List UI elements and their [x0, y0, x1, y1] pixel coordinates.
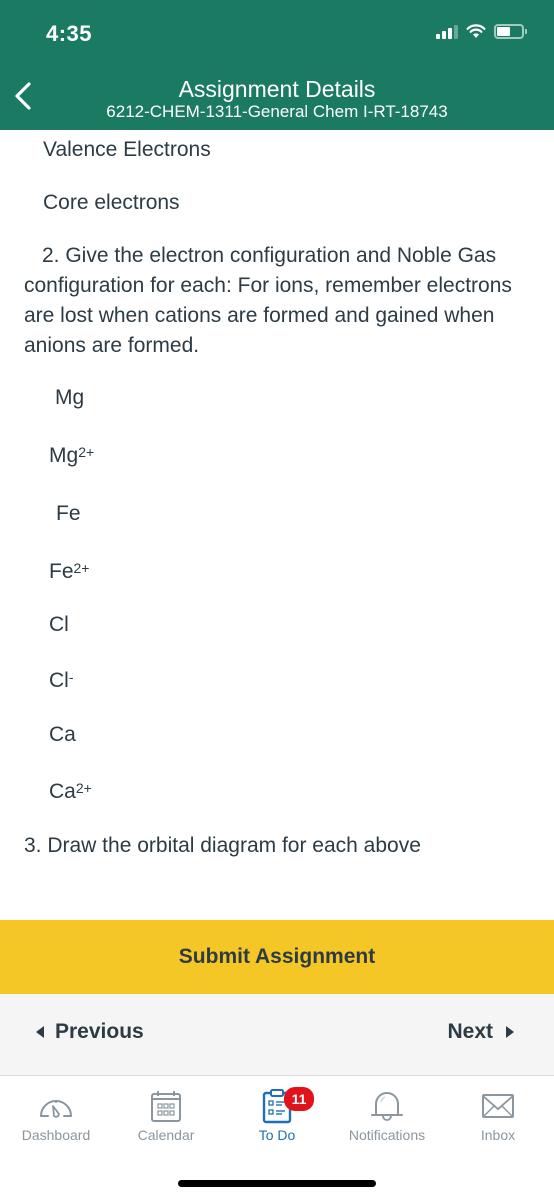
triangle-right-icon: [506, 1026, 514, 1038]
next-button[interactable]: Next: [447, 1020, 514, 1044]
triangle-left-icon: [36, 1026, 44, 1038]
element-symbol: Cl: [49, 669, 69, 692]
tab-notifications[interactable]: Notifications: [337, 1085, 437, 1143]
tab-calendar[interactable]: Calendar: [126, 1085, 206, 1143]
wifi-icon: [466, 24, 486, 38]
tab-label: Inbox: [480, 1127, 516, 1143]
page-title: Assignment Details: [178, 76, 376, 102]
calendar-icon: [151, 1091, 181, 1122]
element-cl: Cl: [49, 610, 69, 640]
ion-charge: -: [68, 669, 74, 685]
question-3-text: 3. Draw the orbital diagram for each abo…: [24, 834, 421, 857]
previous-label: Previous: [55, 1020, 144, 1043]
pagination-bar: Previous Next: [0, 994, 554, 1076]
dashboard-gauge-icon: [40, 1100, 72, 1118]
course-subtitle: 6212-CHEM-1311-General Chem I-RT-18743: [106, 102, 448, 121]
submit-assignment-button[interactable]: Submit Assignment: [0, 920, 554, 994]
element-symbol: Cl: [49, 613, 69, 636]
bell-icon: [371, 1092, 403, 1121]
previous-button[interactable]: Previous: [36, 1020, 144, 1044]
battery-icon: [494, 24, 527, 39]
tab-label: Notifications: [348, 1127, 426, 1143]
submit-label: Submit Assignment: [178, 945, 376, 968]
element-mg-ion: Mg2+: [49, 441, 94, 471]
element-mg: Mg: [55, 383, 84, 413]
element-ca: Ca: [49, 720, 76, 750]
element-symbol: Fe: [49, 560, 74, 583]
ion-charge: 2+: [78, 444, 95, 460]
element-symbol: Ca: [49, 780, 76, 803]
tab-label: To Do: [258, 1127, 296, 1143]
core-electrons-text: Core electrons: [43, 191, 180, 214]
question-2-text: 2. Give the electron configuration and N…: [24, 244, 512, 357]
ion-charge: 2+: [75, 780, 92, 796]
home-indicator: [178, 1180, 376, 1187]
element-fe: Fe: [56, 499, 81, 529]
element-symbol: Mg: [49, 444, 79, 467]
ion-charge: 2+: [73, 560, 90, 576]
tab-label: Calendar: [137, 1127, 195, 1143]
tab-dashboard[interactable]: Dashboard: [16, 1085, 96, 1143]
next-label: Next: [447, 1020, 493, 1043]
tab-inbox[interactable]: Inbox: [468, 1085, 528, 1143]
envelope-icon: [482, 1094, 514, 1118]
cellular-signal-icon: [436, 24, 458, 39]
element-ca-ion: Ca2+: [49, 777, 92, 807]
status-icons: [436, 24, 527, 39]
element-symbol: Mg: [55, 386, 85, 409]
assignment-content: Valence Electrons Core electrons 2. Give…: [0, 130, 554, 920]
element-symbol: Ca: [49, 723, 76, 746]
tab-label: Dashboard: [21, 1127, 91, 1143]
tab-todo[interactable]: 11 To Do: [237, 1085, 317, 1143]
element-fe-ion: Fe2+: [49, 557, 89, 587]
element-cl-ion: Cl-: [49, 666, 74, 696]
element-symbol: Fe: [56, 502, 81, 525]
status-time: 4:35: [46, 21, 93, 46]
valence-electrons-text: Valence Electrons: [43, 138, 211, 161]
app-header: 4:35 Assignment Details 6212-CHEM-1311-G…: [0, 0, 554, 130]
todo-count-badge: 11: [284, 1087, 314, 1111]
